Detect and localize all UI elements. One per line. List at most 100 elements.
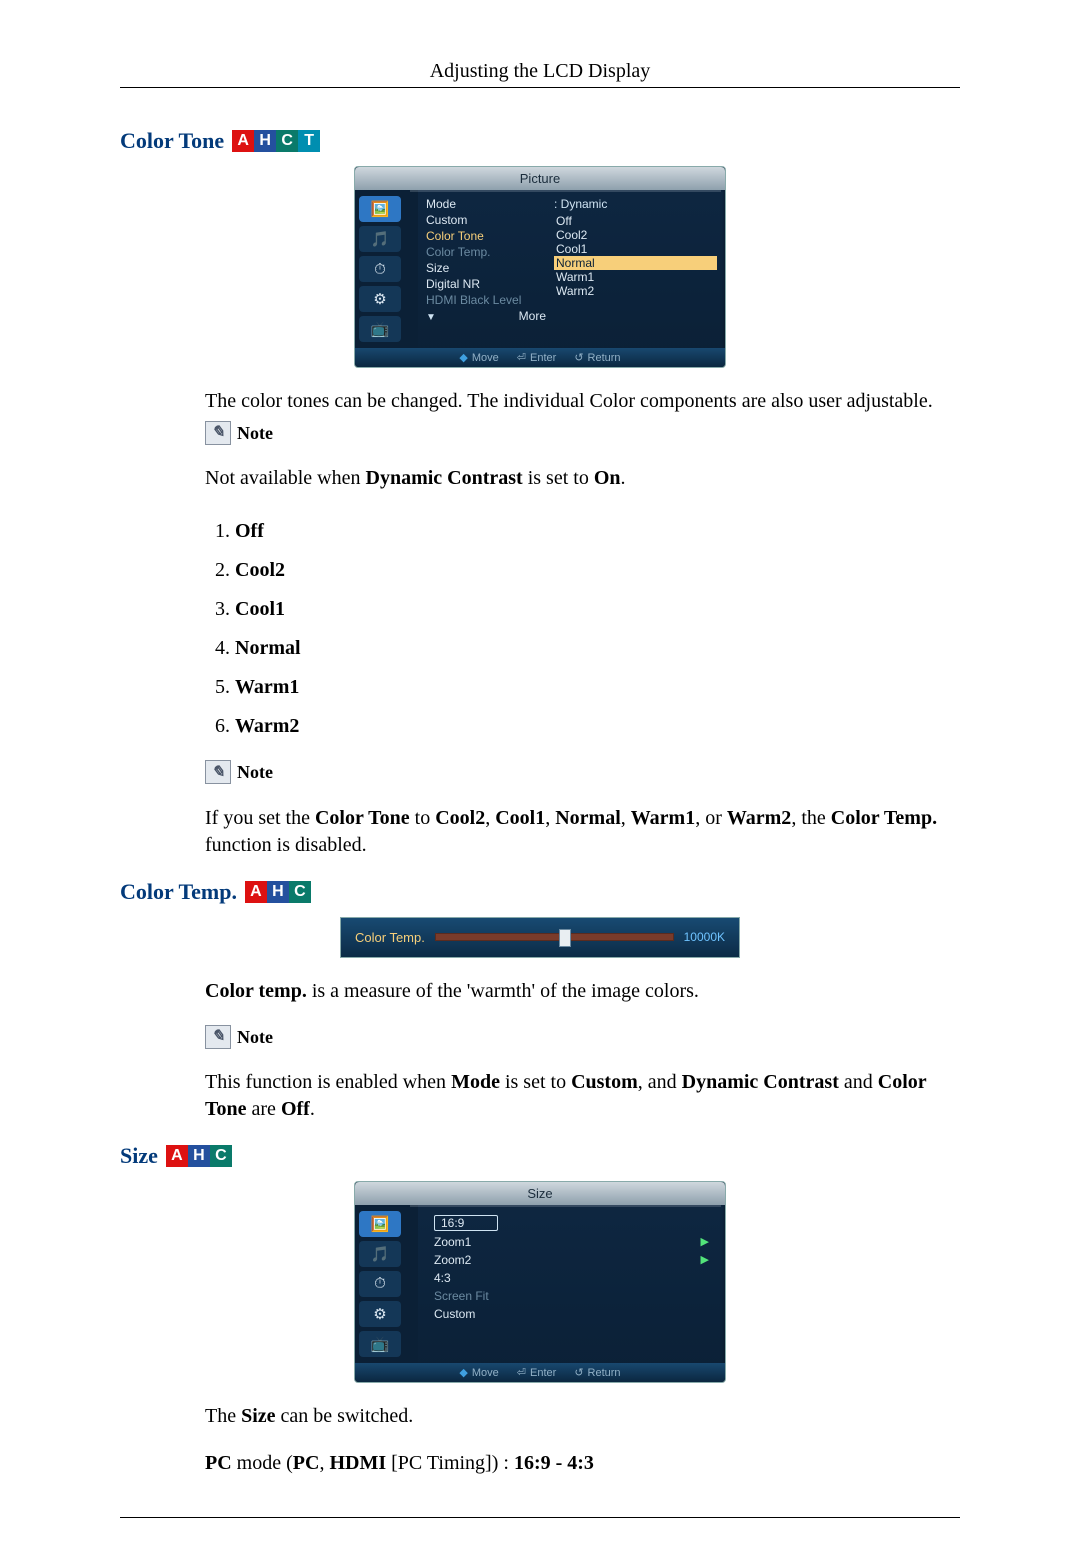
badge-c-icon: C	[276, 130, 298, 152]
footer-move: Move	[459, 1366, 498, 1379]
section-title-color-temp: Color Temp. A H C	[120, 879, 960, 905]
menu-row-label: Custom	[426, 213, 467, 227]
badge-a-icon: A	[166, 1145, 188, 1167]
osd-size-menu: 16:9 Zoom1▶ Zoom2▶ 4:3 Screen Fit Custom	[418, 1205, 725, 1363]
input-icon: 📺	[359, 316, 401, 342]
note-icon: ✎	[205, 760, 231, 784]
note-text-1: Not available when Dynamic Contrast is s…	[205, 465, 960, 492]
setup-icon: ⚙	[359, 1301, 401, 1327]
osd-option: Cool2	[554, 228, 717, 242]
menu-row-label: Color Temp.	[426, 245, 490, 259]
osd-titlebar: Size	[355, 1182, 725, 1205]
footer-return: Return	[574, 351, 620, 364]
menu-row-label: Mode	[426, 197, 456, 211]
note-icon: ✎	[205, 421, 231, 445]
list-item: Cool1	[235, 590, 960, 629]
setup-icon: ⚙	[359, 286, 401, 312]
osd-options: Off Cool2 Cool1 Normal Warm1 Warm2	[554, 214, 717, 298]
more-arrow-down-icon	[426, 309, 440, 323]
note-label: Note	[237, 1025, 273, 1049]
osd-menu-labels: Mode Custom Color Tone Color Temp. Size …	[426, 196, 546, 324]
badge-a-icon: A	[232, 130, 254, 152]
badge-t-icon: T	[298, 130, 320, 152]
clock-icon: ⏱	[359, 256, 401, 282]
footer-enter: Enter	[517, 1366, 557, 1379]
badge-c-icon: C	[289, 881, 311, 903]
page-header: Adjusting the LCD Display	[120, 60, 960, 88]
osd-option: Warm2	[554, 284, 717, 298]
color-tone-content: The color tones can be changed. The indi…	[120, 388, 960, 859]
slider-thumb	[559, 929, 571, 947]
list-item: Warm1	[235, 668, 960, 707]
color-temp-content: Color temp. is a measure of the 'warmth'…	[120, 978, 960, 1123]
osd-option-selected: Normal	[554, 256, 717, 270]
size-desc: The Size can be switched.	[205, 1403, 960, 1430]
menu-row-label: More	[519, 309, 546, 323]
color-tone-option-list: Off Cool2 Cool1 Normal Warm1 Warm2	[205, 512, 960, 746]
size-item: Screen Fit	[428, 1287, 715, 1305]
clock-icon: ⏱	[359, 1271, 401, 1297]
title-text-size: Size	[120, 1143, 158, 1169]
osd-option: Off	[554, 214, 717, 228]
list-item: Normal	[235, 629, 960, 668]
bottom-divider	[120, 1517, 960, 1518]
osd-size-wrap: Size 🖼️ 🎵 ⏱ ⚙ 📺 16:9 Zoom1▶ Zoom2▶ 4:3 S…	[120, 1181, 960, 1383]
footer-return: Return	[574, 1366, 620, 1379]
osd-footer: Move Enter Return	[355, 1363, 725, 1382]
note-icon: ✎	[205, 1025, 231, 1049]
osd-sidebar: 🖼️ 🎵 ⏱ ⚙ 📺	[355, 190, 418, 348]
menu-row-label: HDMI Black Level	[426, 293, 521, 307]
color-tone-desc: The color tones can be changed. The indi…	[205, 388, 960, 415]
note-label: Note	[237, 760, 273, 784]
badge-a-icon: A	[245, 881, 267, 903]
badge-h-icon: H	[188, 1145, 210, 1167]
size-item: Zoom2▶	[428, 1251, 715, 1269]
section-title-color-tone: Color Tone A H C T	[120, 128, 960, 154]
list-item: Warm2	[235, 707, 960, 746]
page: Adjusting the LCD Display Color Tone A H…	[0, 0, 1080, 1568]
slider-value: 10000K	[684, 930, 725, 944]
input-icon: 📺	[359, 1331, 401, 1357]
osd-sidebar: 🖼️ 🎵 ⏱ ⚙ 📺	[355, 1205, 418, 1363]
osd-titlebar: Picture	[355, 167, 725, 190]
title-text-color-temp: Color Temp.	[120, 879, 237, 905]
badge-h-icon: H	[267, 881, 289, 903]
badge-c-icon: C	[210, 1145, 232, 1167]
osd-size: Size 🖼️ 🎵 ⏱ ⚙ 📺 16:9 Zoom1▶ Zoom2▶ 4:3 S…	[354, 1181, 726, 1383]
osd-color-tone: Picture 🖼️ 🎵 ⏱ ⚙ 📺 Mode Custom Color Ton…	[354, 166, 726, 368]
color-temp-desc: Color temp. is a measure of the 'warmth'…	[205, 978, 960, 1005]
size-item: Custom	[428, 1305, 715, 1323]
sound-icon: 🎵	[359, 226, 401, 252]
footer-move: Move	[459, 351, 498, 364]
sound-icon: 🎵	[359, 1241, 401, 1267]
picture-icon: 🖼️	[359, 196, 401, 222]
section-title-size: Size A H C	[120, 1143, 960, 1169]
note-text-2: If you set the Color Tone to Cool2, Cool…	[205, 805, 960, 859]
osd-menu-values: : Dynamic Off Cool2 Cool1 Normal Warm1 W…	[554, 196, 717, 324]
badge-h-icon: H	[254, 130, 276, 152]
osd-option: Cool1	[554, 242, 717, 256]
menu-row-label: Digital NR	[426, 277, 480, 291]
list-item: Off	[235, 512, 960, 551]
size-pcmode: PC mode (PC, HDMI [PC Timing]) : 16:9 - …	[205, 1450, 960, 1477]
menu-row-label: Size	[426, 261, 449, 275]
list-item: Cool2	[235, 551, 960, 590]
slider-label: Color Temp.	[355, 930, 425, 945]
size-item: 4:3	[428, 1269, 715, 1287]
osd-color-tone-wrap: Picture 🖼️ 🎵 ⏱ ⚙ 📺 Mode Custom Color Ton…	[120, 166, 960, 368]
badges-size: A H C	[166, 1145, 232, 1167]
osd-option: Warm1	[554, 270, 717, 284]
badges-color-tone: A H C T	[232, 130, 320, 152]
title-text-color-tone: Color Tone	[120, 128, 224, 154]
color-temp-note: This function is enabled when Mode is se…	[205, 1069, 960, 1123]
menu-row-label: Color Tone	[426, 229, 484, 243]
slider-track	[435, 933, 674, 941]
size-content: The Size can be switched. PC mode (PC, H…	[120, 1403, 960, 1477]
triangle-right-icon: ▶	[701, 1235, 709, 1248]
picture-icon: 🖼️	[359, 1211, 401, 1237]
menu-row-value: : Dynamic	[554, 197, 607, 211]
size-item: 16:9	[428, 1213, 715, 1233]
badges-color-temp: A H C	[245, 881, 311, 903]
triangle-right-icon: ▶	[701, 1253, 709, 1266]
note-label: Note	[237, 421, 273, 445]
